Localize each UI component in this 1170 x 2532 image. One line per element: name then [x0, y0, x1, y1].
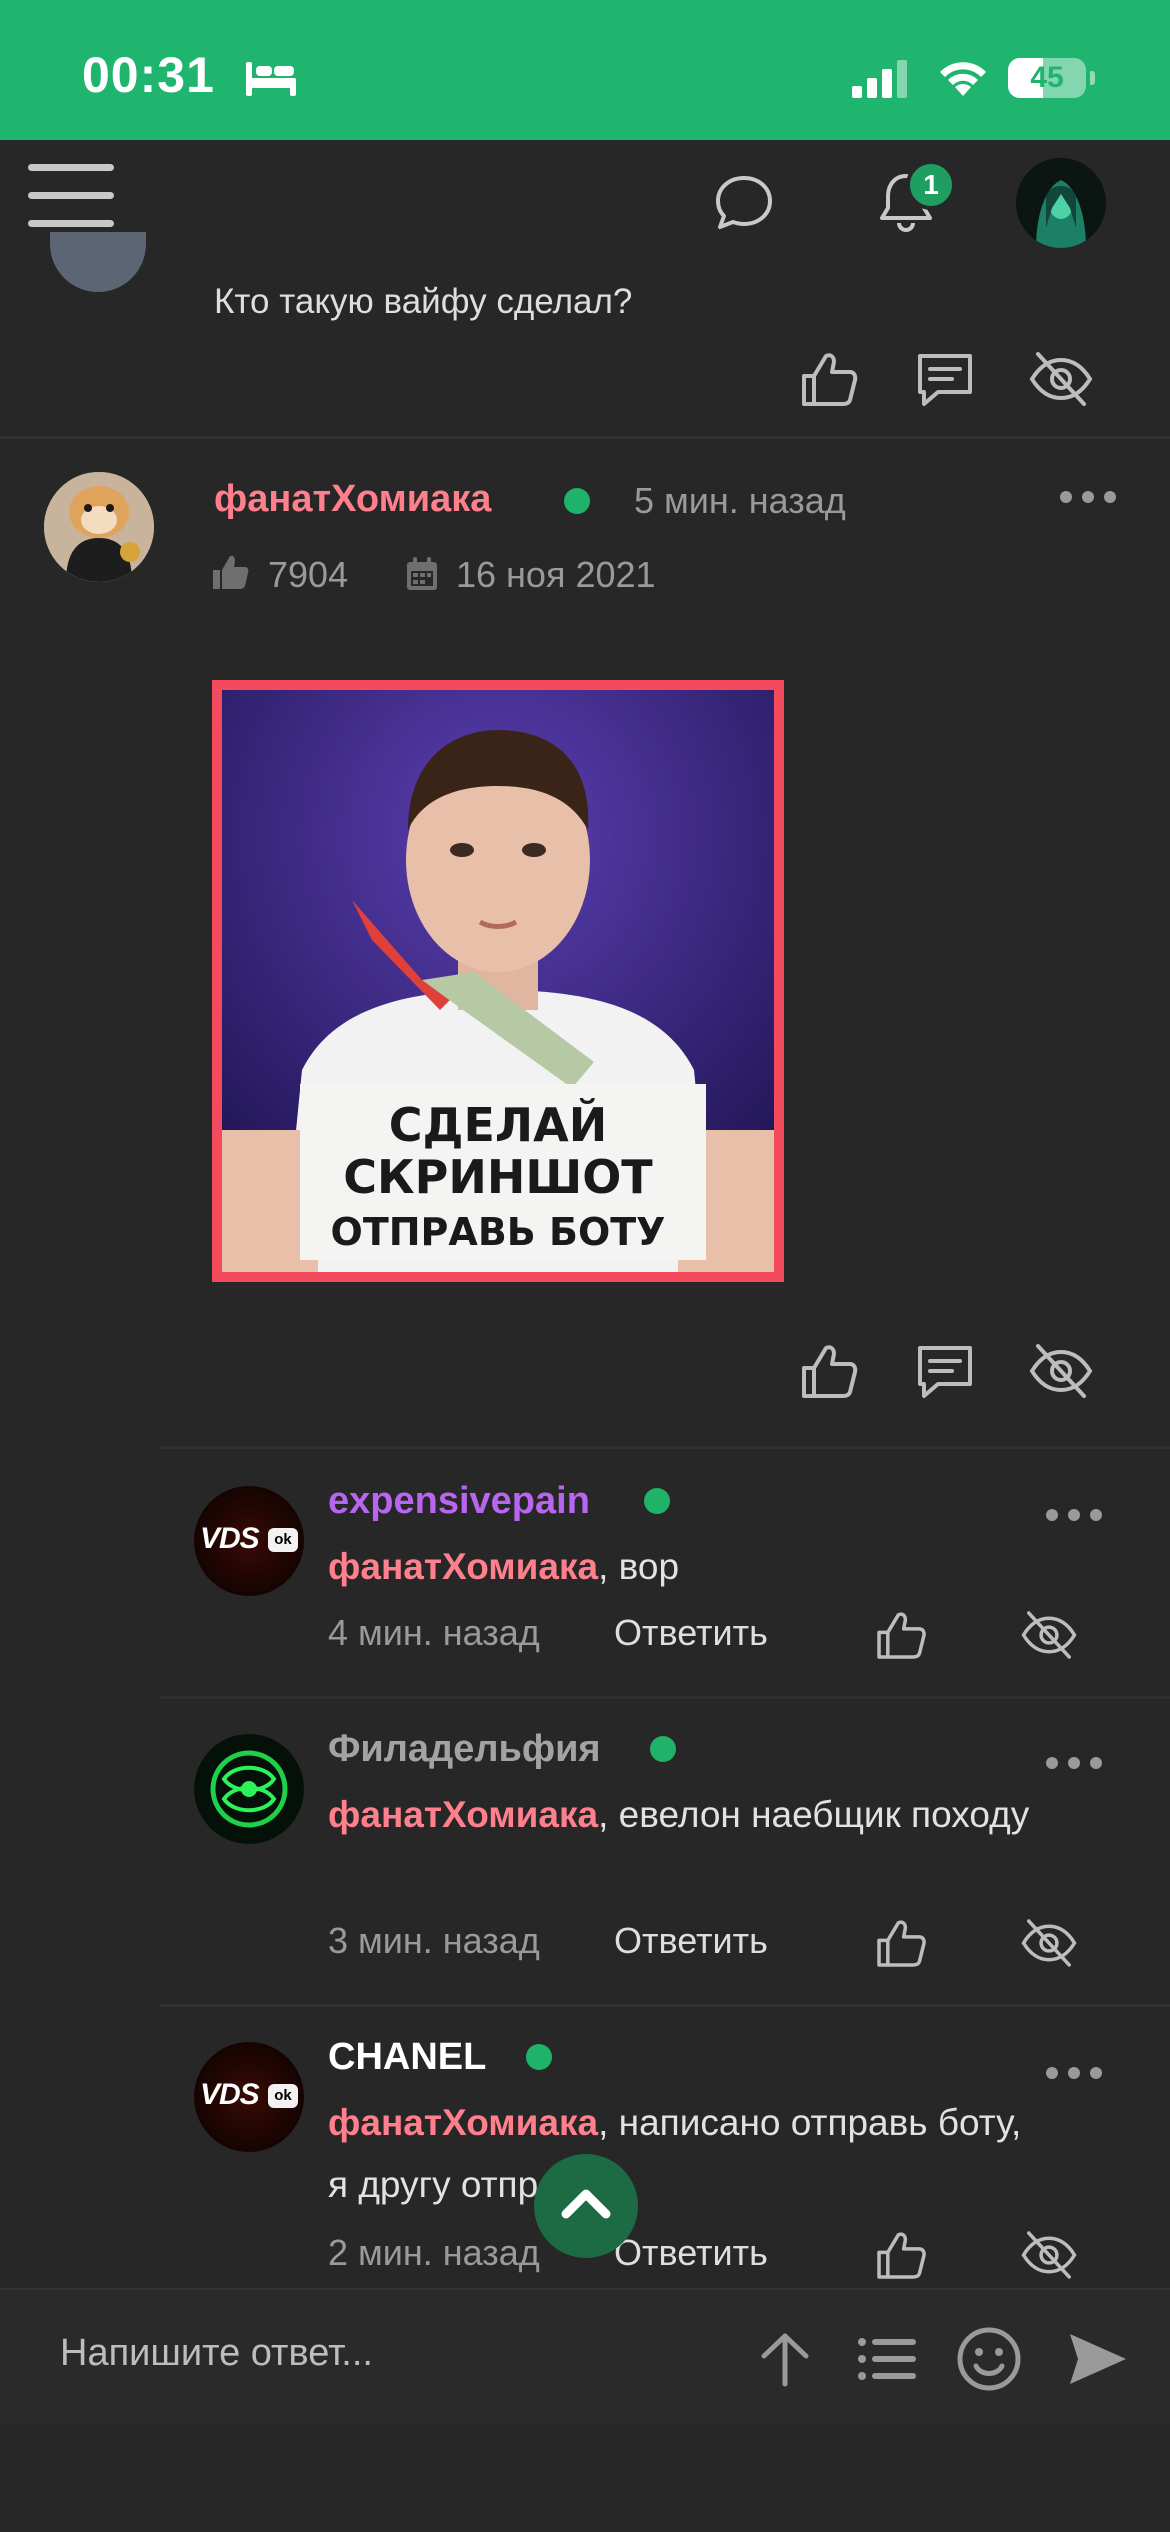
- hide-icon[interactable]: [1020, 1606, 1078, 1664]
- comment-text: фанатХомиака, написано отправь боту, я д…: [328, 2102, 1022, 2205]
- post-image[interactable]: СДЕЛАЙ СКРИНШОТ ОТПРАВЬ БОТУ: [212, 680, 784, 1282]
- divider: [160, 2004, 1170, 2007]
- author-registration-date: 16 ноя 2021: [456, 554, 656, 595]
- comment-avatar[interactable]: [194, 1734, 304, 1844]
- divider: [160, 1446, 1170, 1449]
- list-icon[interactable]: [854, 2326, 920, 2392]
- like-icon[interactable]: [872, 1606, 930, 1664]
- comment-author[interactable]: CHANEL: [328, 2036, 486, 2079]
- like-icon[interactable]: [796, 1338, 862, 1404]
- chevron-up-icon: [561, 2189, 611, 2219]
- send-icon[interactable]: [1064, 2326, 1130, 2392]
- battery-percent: 45: [1030, 61, 1064, 94]
- post-author-avatar[interactable]: [44, 472, 154, 582]
- reply-button[interactable]: Ответить: [614, 1612, 768, 1654]
- status-time: 00:31: [82, 47, 215, 103]
- comment-icon[interactable]: [912, 346, 978, 412]
- signal-icon: [852, 60, 907, 98]
- comment-avatar[interactable]: VDS ok: [194, 2042, 304, 2152]
- post-time: 5 мин. назад: [634, 480, 846, 521]
- like-icon[interactable]: [872, 2226, 930, 2284]
- meme-caption-line3: ОТПРАВЬ БОТУ: [330, 1210, 666, 1254]
- previous-post-avatar[interactable]: [50, 232, 146, 292]
- more-options-icon[interactable]: [1060, 488, 1120, 506]
- chat-icon[interactable]: [712, 170, 776, 234]
- divider: [0, 436, 1170, 439]
- bed-icon: [246, 62, 296, 96]
- comment-author[interactable]: Филадельфия: [328, 1728, 601, 1771]
- wifi-icon: [940, 62, 986, 96]
- more-options-icon[interactable]: [1046, 2064, 1106, 2082]
- bottom-safe-area: [0, 2424, 1170, 2532]
- hamburger-menu-icon[interactable]: [28, 164, 114, 236]
- comment-time: 2 мин. назад: [328, 2232, 540, 2273]
- like-icon[interactable]: [872, 1914, 930, 1972]
- arrow-up-icon[interactable]: [752, 2326, 818, 2392]
- like-icon[interactable]: [796, 346, 862, 412]
- comment-avatar[interactable]: VDS ok: [194, 1486, 304, 1596]
- comment-mention[interactable]: фанатХомиака: [328, 2102, 598, 2143]
- hide-icon[interactable]: [1028, 1338, 1094, 1404]
- hide-icon[interactable]: [1028, 346, 1094, 412]
- comment-text: фанатХомиака, вор: [328, 1546, 680, 1587]
- post-author-name[interactable]: фанатХомиака: [214, 478, 491, 521]
- author-likes-count: 7904: [268, 554, 349, 595]
- meme-caption-line1: СДЕЛАЙ: [388, 1098, 608, 1152]
- comment-time: 3 мин. назад: [328, 1920, 540, 1961]
- comment-icon[interactable]: [912, 1338, 978, 1404]
- online-indicator: [650, 1736, 676, 1762]
- emoji-icon[interactable]: [956, 2326, 1022, 2392]
- hide-icon[interactable]: [1020, 1914, 1078, 1972]
- previous-post-text: Кто такую вайфу сделал?: [214, 282, 633, 321]
- online-indicator: [564, 488, 590, 514]
- comment-time: 4 мин. назад: [328, 1612, 540, 1653]
- divider: [160, 1696, 1170, 1699]
- online-indicator: [526, 2044, 552, 2070]
- hide-icon[interactable]: [1020, 2226, 1078, 2284]
- calendar-icon: [407, 557, 437, 590]
- comment-author[interactable]: expensivepain: [328, 1480, 590, 1523]
- likes-icon: [213, 555, 249, 589]
- more-options-icon[interactable]: [1046, 1506, 1106, 1524]
- comment-mention[interactable]: фанатХомиака: [328, 1794, 598, 1835]
- notification-badge: 1: [906, 160, 956, 210]
- reply-button[interactable]: Ответить: [614, 1920, 768, 1962]
- reply-compose-bar: [0, 2288, 1170, 2424]
- top-app-bar: 1: [0, 140, 1170, 264]
- battery-indicator: 45: [1008, 58, 1095, 98]
- online-indicator: [644, 1488, 670, 1514]
- scroll-to-top-button[interactable]: [534, 2154, 638, 2258]
- user-avatar[interactable]: [1016, 158, 1106, 248]
- status-bar: 00:31 45: [0, 0, 1170, 140]
- meme-caption-line2: СКРИНШОТ: [343, 1150, 653, 1204]
- comment-mention[interactable]: фанатХомиака: [328, 1546, 598, 1587]
- reply-input[interactable]: [60, 2332, 660, 2375]
- comment-text: фанатХомиака, евелон наебщик походу: [328, 1794, 1030, 1835]
- more-options-icon[interactable]: [1046, 1754, 1106, 1772]
